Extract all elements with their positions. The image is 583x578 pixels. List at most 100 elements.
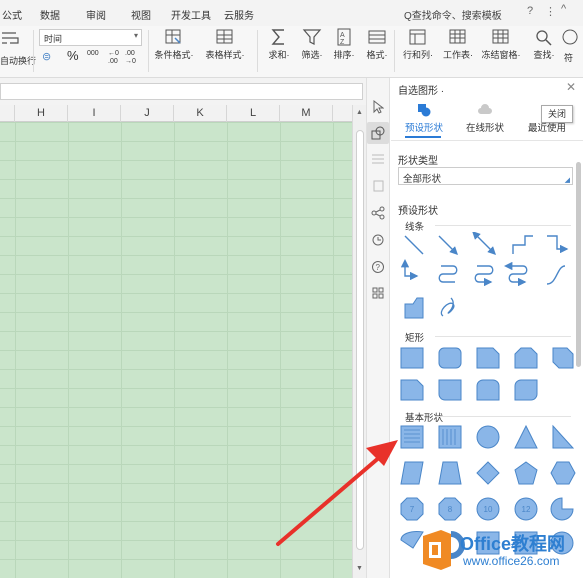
- office-logo-icon: [423, 530, 451, 570]
- menu-review[interactable]: 审阅: [86, 7, 106, 22]
- arrow-line-shape: [438, 235, 458, 255]
- worksheet-button[interactable]: 工作表·: [436, 28, 480, 68]
- percent-button[interactable]: %: [67, 48, 79, 63]
- right-triangle-shape: [552, 424, 575, 449]
- copy-icon[interactable]: [367, 174, 389, 196]
- more-icon[interactable]: ⋮: [545, 5, 556, 18]
- conditional-format-button[interactable]: 条件格式·: [152, 28, 196, 68]
- shape-type-value: 全部形状: [403, 174, 442, 185]
- curved-connector-shape: [438, 265, 458, 283]
- shape-type-select[interactable]: 全部形状 ◢: [398, 167, 573, 185]
- shape-badge: 12: [522, 505, 531, 514]
- round-single-corner-rectangle-shape: [438, 379, 462, 401]
- formula-input[interactable]: [0, 83, 363, 100]
- round-diagonal-rectangle-shape: [514, 379, 538, 401]
- red-arrow-annotation: [276, 440, 398, 546]
- freeze-panes-icon: [492, 29, 509, 44]
- round-same-side-rectangle-shape: [476, 379, 500, 401]
- menu-cloud[interactable]: 云服务: [224, 7, 254, 22]
- symbol-label: 符: [564, 53, 574, 63]
- menu-developer[interactable]: 开发工具: [171, 7, 211, 22]
- wrap-text-button[interactable]: 自动换行: [0, 30, 36, 70]
- share-icon[interactable]: [367, 202, 389, 224]
- select-pointer-icon[interactable]: [367, 96, 389, 118]
- tab-online-shapes[interactable]: 在线形状: [466, 120, 504, 134]
- trapezoid-shape: [438, 461, 462, 485]
- column-header-l[interactable]: L: [227, 105, 280, 122]
- tab-preset-shapes[interactable]: 预设形状: [405, 120, 443, 134]
- curve-shape: [546, 265, 566, 285]
- scroll-up-icon[interactable]: ▲: [356, 109, 363, 116]
- snip-corner-rectangle-shape: [476, 347, 500, 369]
- worksheet-label: 工作表·: [443, 50, 473, 60]
- wrap-text-label: 自动换行: [0, 56, 37, 66]
- section-basic-label: 基本形状: [405, 413, 444, 424]
- section-divider: [435, 416, 571, 417]
- column-header-h[interactable]: H: [15, 105, 68, 122]
- help-icon[interactable]: ?: [527, 5, 533, 17]
- apps-grid-icon[interactable]: [367, 282, 389, 304]
- section-divider: [435, 336, 571, 337]
- column-header-partial[interactable]: [0, 105, 15, 122]
- format-button[interactable]: 格式·: [355, 28, 399, 68]
- scroll-down-icon[interactable]: ▼: [356, 565, 363, 572]
- tab-divider: [391, 140, 583, 141]
- menu-view[interactable]: 视图: [131, 7, 151, 22]
- symbol-button[interactable]: 符: [560, 28, 583, 68]
- conditional-format-icon: [165, 29, 181, 44]
- column-header-j[interactable]: J: [121, 105, 174, 122]
- rounded-rectangle-shape: [438, 347, 462, 369]
- ribbon-toolbar: 自动换行 时间 ▾ ⊜ % 000 ←0 .00 .00 →0 条件格式· 表格…: [0, 26, 583, 78]
- preset-shapes-icon: [418, 104, 431, 117]
- line-shapes[interactable]: [397, 232, 577, 322]
- history-icon[interactable]: [367, 229, 389, 251]
- double-arrow-line-shape: [472, 232, 496, 255]
- shapes-panel-icon[interactable]: [367, 122, 389, 144]
- select-corner-icon: ◢: [564, 177, 570, 184]
- thousands-button[interactable]: 000: [87, 50, 99, 57]
- svg-text:Z: Z: [340, 39, 345, 46]
- column-header-m[interactable]: M: [280, 105, 333, 122]
- watermark-title: Office教程网: [460, 534, 566, 554]
- increase-decimal-button[interactable]: ←0 .00: [108, 50, 122, 66]
- shape-badge: 7: [410, 505, 415, 514]
- command-search[interactable]: Q查找命令、搜索模板: [404, 7, 502, 22]
- freeze-panes-button[interactable]: 冻结窗格·: [479, 28, 523, 68]
- collapse-ribbon-icon[interactable]: ^: [561, 3, 566, 15]
- decrease-decimal-button[interactable]: .00 →0: [125, 50, 139, 66]
- shape-badge: 10: [484, 505, 493, 514]
- close-icon[interactable]: ✕: [566, 80, 576, 94]
- section-divider: [435, 225, 571, 226]
- svg-text:A: A: [340, 32, 345, 39]
- chevron-down-icon: ▾: [133, 31, 138, 40]
- properties-icon[interactable]: [367, 148, 389, 170]
- menu-formula[interactable]: 公式: [2, 7, 22, 22]
- sigma-icon: [271, 29, 284, 45]
- rows-cols-icon: [409, 29, 426, 45]
- snip-same-side-rectangle-shape: [514, 347, 538, 369]
- worksheet-icon: [449, 29, 466, 44]
- table-style-button[interactable]: 表格样式·: [203, 28, 247, 68]
- symbol-icon: [562, 29, 578, 45]
- column-header-i[interactable]: I: [68, 105, 121, 122]
- tab-recent-shapes[interactable]: 最近使用: [528, 120, 566, 134]
- section-rect-label: 矩形: [405, 333, 425, 344]
- column-header-k[interactable]: K: [174, 105, 227, 122]
- number-format-select[interactable]: 时间 ▾: [39, 29, 142, 46]
- cloud-icon: [478, 104, 492, 114]
- sort-icon: AZ: [337, 28, 351, 46]
- panel-title[interactable]: 自选图形 ·: [398, 82, 444, 97]
- help-circle-icon[interactable]: ?: [367, 256, 389, 278]
- rows-cols-button[interactable]: 行和列·: [396, 28, 440, 68]
- shape-badge: 8: [448, 505, 453, 514]
- straight-line-shape: [404, 235, 424, 255]
- rectangle-shapes[interactable]: [397, 346, 577, 402]
- pie-shape: [550, 497, 574, 521]
- currency-icon[interactable]: ⊜: [42, 50, 51, 63]
- panel-scrollbar[interactable]: [576, 162, 581, 367]
- menu-data[interactable]: 数据: [40, 7, 60, 22]
- freeze-panes-label: 冻结窗格·: [481, 50, 521, 60]
- ellipse-shape: [476, 425, 500, 449]
- menu-bar: 公式 数据 审阅 视图 开发工具 云服务 Q查找命令、搜索模板 ? ⋮ ^: [0, 0, 583, 26]
- preset-shapes-label: 预设形状: [398, 206, 438, 217]
